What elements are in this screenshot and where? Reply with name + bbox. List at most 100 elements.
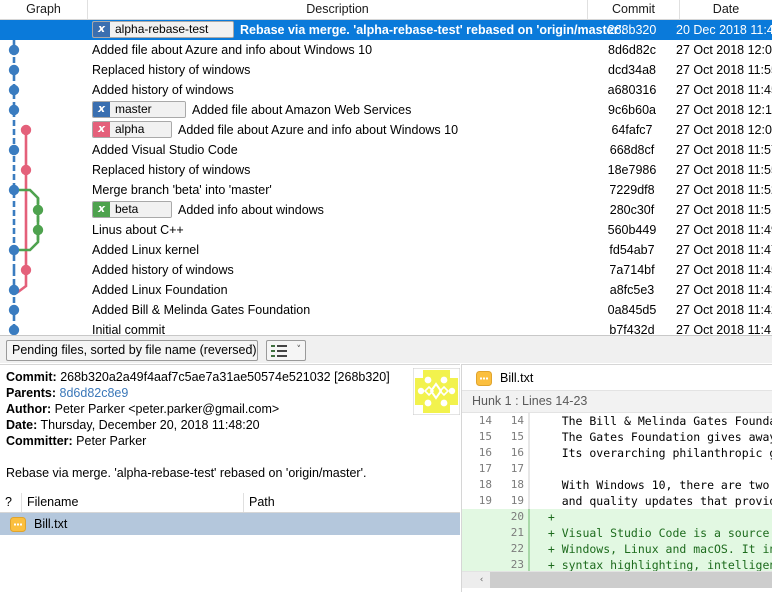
commit-date: 27 Oct 2018 11:57 [676, 143, 772, 157]
commit-date: 27 Oct 2018 11:51 [676, 203, 772, 217]
commit-description: Added Linux kernel [88, 240, 199, 260]
diff-new-line-number: 23 [510, 558, 524, 571]
diff-line-text: and quality updates that provide secur [561, 494, 772, 508]
commit-date: 27 Oct 2018 12:06 [676, 43, 772, 57]
detail-parents-value[interactable]: 8d6d82c8e9 [60, 386, 129, 400]
files-toolbar: Pending files, sorted by file name (reve… [0, 335, 772, 363]
commit-description-text: Initial commit [92, 323, 165, 335]
commit-hash: 560b449 [607, 223, 657, 237]
scrollbar-thumb[interactable] [490, 572, 772, 588]
commit-description-text: Replaced history of windows [92, 163, 251, 177]
diff-new-line-number: 16 [510, 446, 524, 459]
column-header-graph[interactable]: Graph [0, 0, 88, 19]
branch-badge[interactable]: x alpha [92, 121, 172, 139]
commit-hash: 7229df8 [609, 183, 655, 197]
commit-date: 27 Oct 2018 12:12 [676, 103, 772, 117]
diff-line-added: 23 + syntax highlighting, intelligent co… [462, 557, 772, 571]
view-mode-button[interactable]: ˅ [266, 340, 306, 361]
table-row[interactable]: Added history of windows 7a714bf 27 Oct … [0, 260, 772, 280]
table-row[interactable]: x beta Added info about windows 280c30f 27… [0, 200, 772, 220]
commit-description: Added Linux Foundation [88, 280, 228, 300]
diff-gutter [528, 493, 530, 509]
table-row[interactable]: Added history of windows a680316 27 Oct … [0, 80, 772, 100]
table-row[interactable]: Replaced history of windows 18e7986 27 O… [0, 160, 772, 180]
commit-details-text: Commit: 268b320a2a49f4aaf7c5ae7a31ae5057… [6, 369, 390, 481]
table-row[interactable]: Merge branch 'beta' into 'master' 7229df… [0, 180, 772, 200]
column-header-description[interactable]: Description [88, 0, 588, 19]
diff-line-text: + Visual Studio Code is a source code ed [547, 526, 770, 540]
commit-hash: 64fafc7 [611, 123, 653, 137]
column-header-status[interactable]: ? [0, 493, 22, 512]
commit-hash: 18e7986 [607, 163, 657, 177]
table-row[interactable]: Initial commit b7f432d 27 Oct 2018 11:41 [0, 320, 772, 335]
diff-line: 15 15 The Gates Foundation gives away ap… [462, 429, 772, 445]
branch-icon: x [93, 122, 110, 138]
commit-description-text: Added info about windows [178, 203, 324, 217]
commit-description-text: Added history of windows [92, 83, 234, 97]
commit-description-text: Added history of windows [92, 263, 234, 277]
table-row[interactable]: x alpha-rebase-test Rebase via merge. 'alp… [0, 20, 772, 40]
detail-parents-line: Parents: 8d6d82c8e9 [6, 385, 390, 401]
table-row[interactable]: Added Bill & Melinda Gates Foundation 0a… [0, 300, 772, 320]
diff-new-line-number: 17 [510, 462, 524, 475]
branch-badge[interactable]: x master [92, 101, 186, 119]
table-row[interactable]: x alpha Added file about Azure and info ab… [0, 120, 772, 140]
list-item[interactable]: Bill.txt [0, 513, 460, 535]
diff-gutter [528, 413, 530, 429]
commit-date: 27 Oct 2018 11:55 [676, 63, 772, 77]
list-view-icon [271, 344, 288, 361]
commit-hash: 280c30f [609, 203, 655, 217]
table-row[interactable]: x master Added file about Amazon Web Servi… [0, 100, 772, 120]
diff-old-line-number: 18 [478, 478, 492, 491]
pending-files-filter-dropdown[interactable]: Pending files, sorted by file name (reve… [6, 340, 258, 361]
commit-description: Initial commit [88, 320, 165, 335]
diff-gutter [528, 429, 530, 445]
commit-description: Added Visual Studio Code [88, 140, 238, 160]
column-header-commit[interactable]: Commit [588, 0, 680, 19]
branch-badge[interactable]: x alpha-rebase-test [92, 21, 234, 39]
table-row[interactable]: Added Linux Foundation a8fc5e3 27 Oct 20… [0, 280, 772, 300]
commit-description-text: Added Linux kernel [92, 243, 200, 257]
diff-file-tab[interactable]: Bill.txt [462, 365, 772, 391]
diff-hunk-header: Hunk 1 : Lines 14-23 [462, 391, 772, 413]
commit-date: 27 Oct 2018 11:45 [676, 263, 772, 277]
table-row[interactable]: Added Visual Studio Code 668d8cf 27 Oct … [0, 140, 772, 160]
detail-committer-line: Committer: Peter Parker [6, 433, 390, 449]
diff-line-added: 21 + Visual Studio Code is a source code… [462, 525, 772, 541]
column-header-path[interactable]: Path [244, 493, 460, 512]
column-header-date[interactable]: Date [680, 0, 772, 19]
detail-date-label: Date: [6, 418, 38, 432]
commit-list[interactable]: x alpha-rebase-test Rebase via merge. 'alp… [0, 20, 772, 335]
diff-line: 16 16 Its overarching philanthropic goal… [462, 445, 772, 461]
text-file-icon [476, 371, 492, 389]
diff-old-line-number: 17 [478, 462, 492, 475]
file-list[interactable]: Bill.txt [0, 513, 460, 592]
diff-gutter [528, 557, 530, 571]
diff-content[interactable]: 14 14 The Bill & Melinda Gates Foundatio… [462, 413, 772, 571]
commit-hash: 8d6d82c [608, 43, 656, 57]
commit-description: Added history of windows [88, 80, 234, 100]
diff-old-line-number [462, 509, 492, 525]
pending-files-filter-value: Pending files, sorted by file name (reve… [12, 343, 257, 357]
commit-hash: a8fc5e3 [609, 283, 655, 297]
commit-hash: a680316 [607, 83, 657, 97]
table-row[interactable]: Added file about Azure and info about Wi… [0, 40, 772, 60]
branch-badge[interactable]: x beta [92, 201, 172, 219]
detail-commit-label: Commit: [6, 370, 57, 384]
branch-icon: x [93, 102, 110, 118]
diff-horizontal-scrollbar[interactable]: ‹ [462, 571, 772, 588]
column-header-filename[interactable]: Filename [22, 493, 244, 512]
branch-icon: x [93, 22, 110, 38]
table-row[interactable]: Replaced history of windows dcd34a8 27 O… [0, 60, 772, 80]
table-row[interactable]: Added Linux kernel fd54ab7 27 Oct 2018 1… [0, 240, 772, 260]
diff-file-name: Bill.txt [500, 371, 534, 385]
diff-line-text: The Bill & Melinda Gates Foundation is [561, 414, 772, 428]
commit-hash: 668d8cf [609, 143, 655, 157]
scroll-left-icon[interactable]: ‹ [473, 572, 490, 588]
commit-description-text: Merge branch 'beta' into 'master' [92, 183, 272, 197]
diff-line: 19 19 and quality updates that provide s… [462, 493, 772, 509]
commit-date: 27 Oct 2018 11:45 [676, 83, 772, 97]
file-list-header: ? Filename Path [0, 493, 460, 513]
table-row[interactable]: Linus about C++ 560b449 27 Oct 2018 11:4… [0, 220, 772, 240]
commit-description: Added history of windows [88, 260, 234, 280]
